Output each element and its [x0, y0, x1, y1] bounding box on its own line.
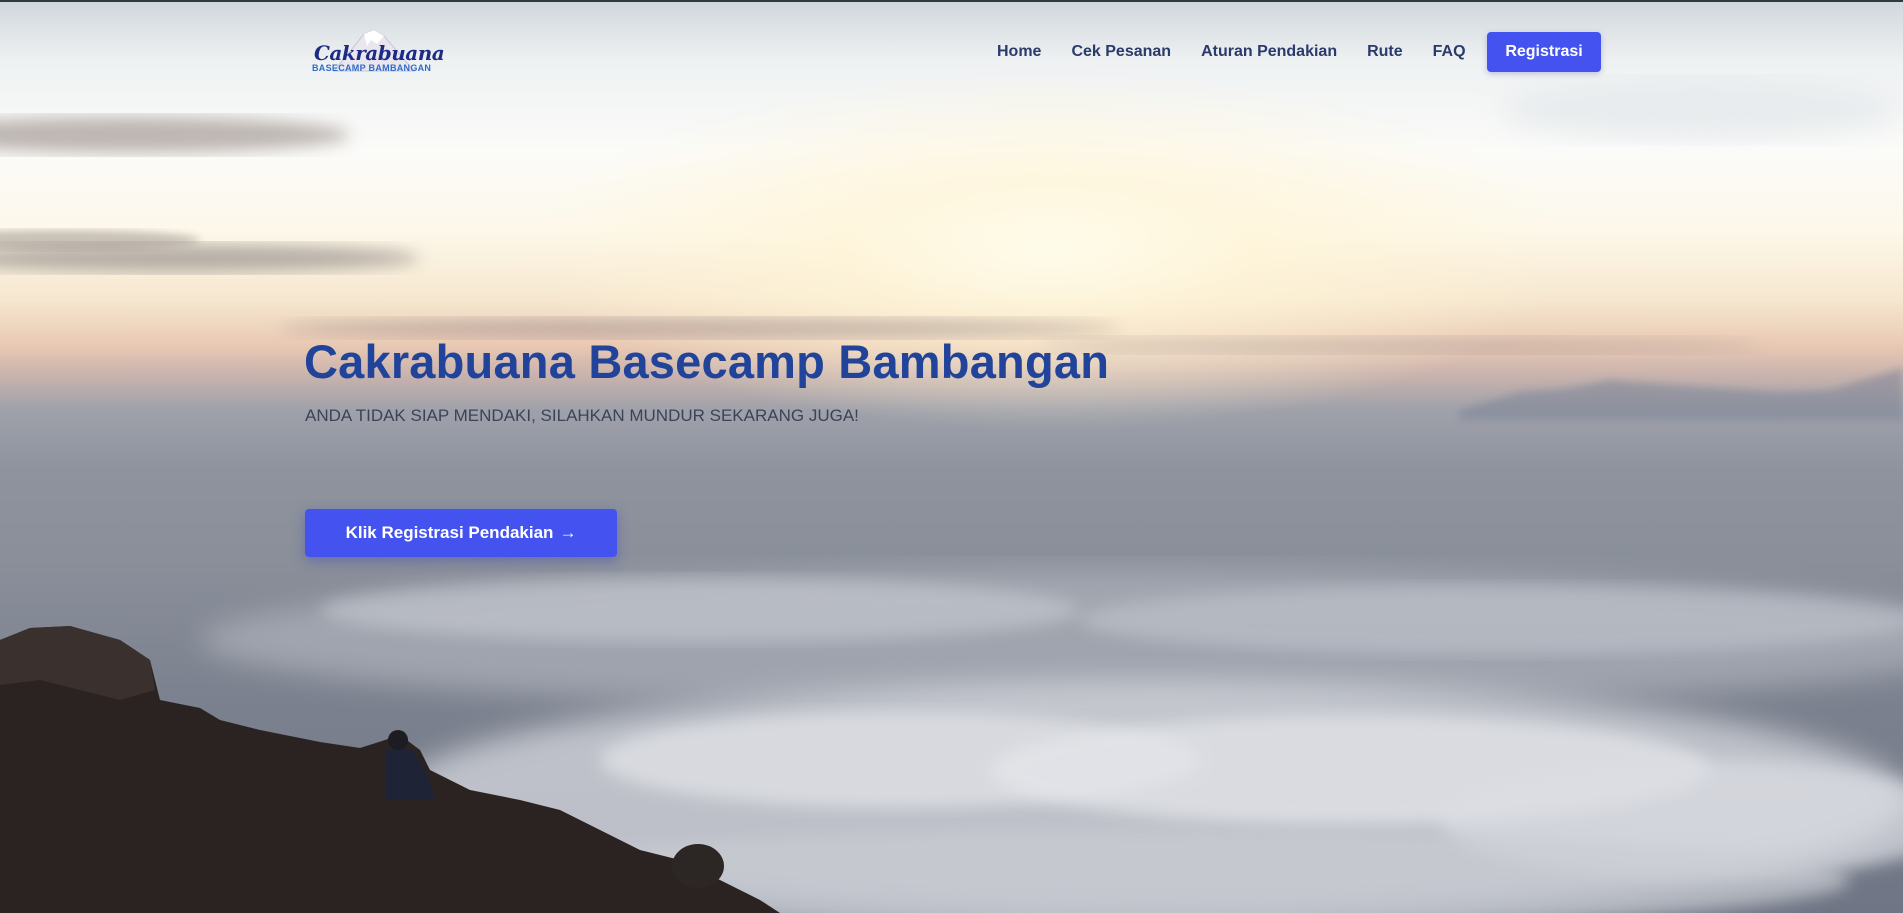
arrow-right-icon: →	[559, 523, 577, 542]
hero-subtitle: ANDA TIDAK SIAP MENDAKI, SILAHKAN MUNDUR…	[305, 406, 859, 425]
nav-link-rute[interactable]: Rute	[1367, 43, 1403, 61]
logo-title: Cakrabuana	[314, 41, 445, 65]
navbar: Cakrabuana BASECAMP BAMBANGAN Home Cek P…	[0, 0, 1903, 104]
hero-title: Cakrabuana Basecamp Bambangan	[304, 335, 1110, 388]
nav-link-aturan-pendakian[interactable]: Aturan Pendakian	[1201, 43, 1337, 61]
nav-link-cek-pesanan[interactable]: Cek Pesanan	[1071, 43, 1171, 61]
main-nav: Home Cek Pesanan Aturan Pendakian Rute F…	[997, 32, 1496, 72]
registrasi-pendakian-button[interactable]: Klik Registrasi Pendakian →	[305, 509, 617, 557]
registrasi-pendakian-label: Klik Registrasi Pendakian	[345, 523, 554, 542]
registrasi-button[interactable]: Registrasi	[1487, 32, 1601, 72]
nav-link-faq[interactable]: FAQ	[1433, 43, 1466, 61]
hero-background-image	[0, 0, 1903, 913]
nav-link-home[interactable]: Home	[997, 43, 1041, 61]
logo-subtitle: BASECAMP BAMBANGAN	[312, 63, 432, 73]
site-logo[interactable]: Cakrabuana BASECAMP BAMBANGAN	[309, 24, 445, 80]
